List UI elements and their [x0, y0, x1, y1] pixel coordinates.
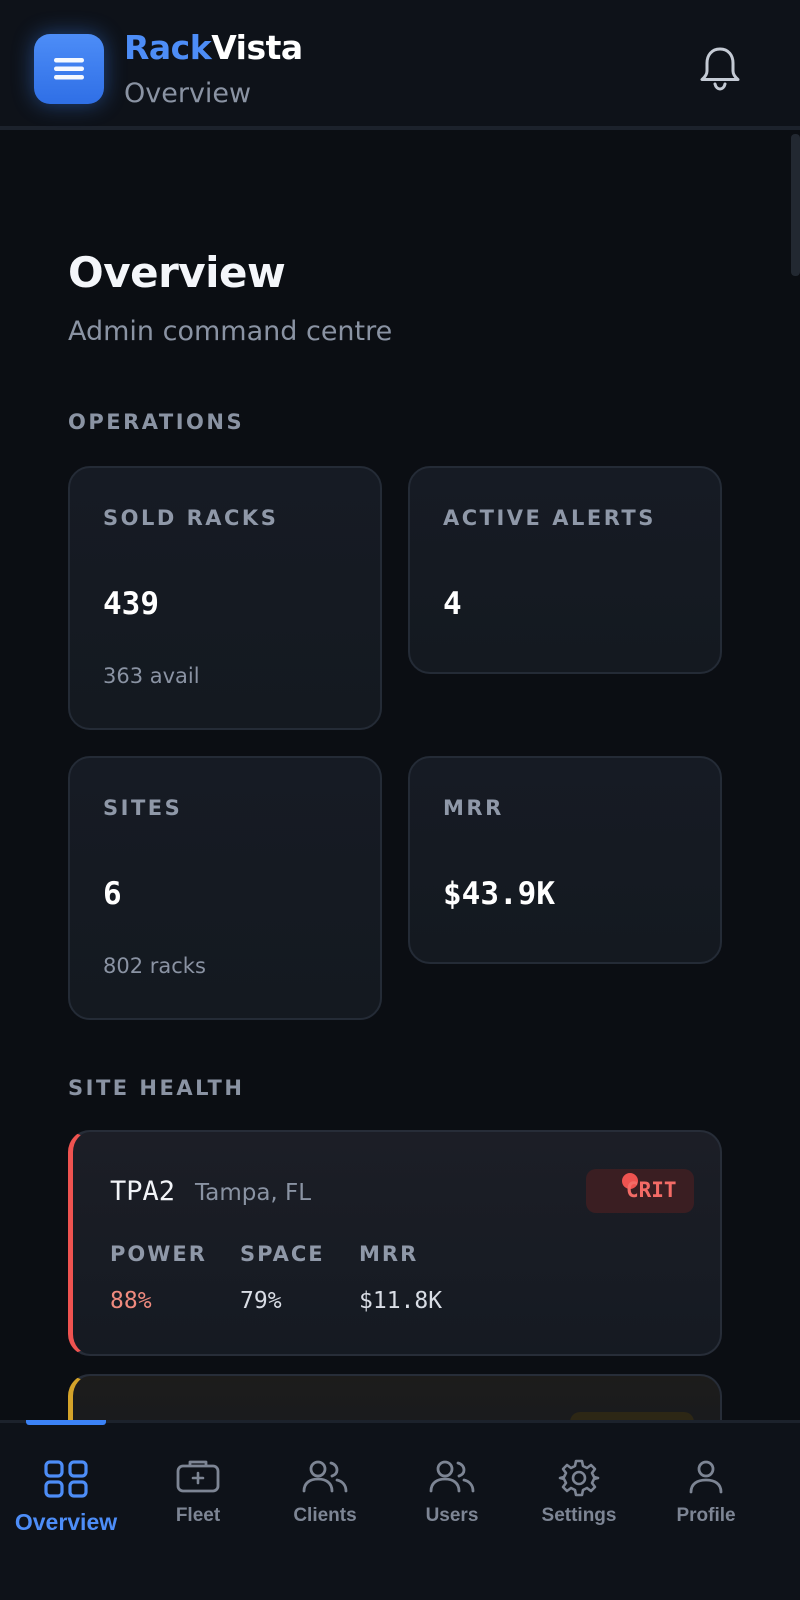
grid-icon: [44, 1460, 88, 1498]
operations-section-label: OPERATIONS: [68, 410, 245, 434]
nav-label: Settings: [541, 1505, 617, 1526]
stat-label: ACTIVE ALERTS: [443, 506, 656, 530]
brand-part2: Vista: [211, 28, 303, 67]
nav-item-clients[interactable]: Clients: [265, 1459, 385, 1539]
metric-value-power: 88%: [110, 1288, 152, 1314]
metric-value-mrr: $11.8K: [359, 1288, 443, 1314]
scrollbar-thumb[interactable]: [791, 134, 800, 276]
users-icon: [429, 1460, 475, 1493]
hamburger-icon: [54, 58, 84, 80]
stat-label: SOLD RACKS: [103, 506, 279, 530]
stat-card-active-alerts[interactable]: ACTIVE ALERTS 4: [408, 466, 722, 674]
metric-label-power: POWER: [110, 1242, 207, 1266]
nav-item-fleet[interactable]: Fleet: [138, 1459, 258, 1539]
metric-value-space: 79%: [240, 1288, 282, 1314]
stat-card-sold-racks[interactable]: SOLD RACKS 439 363 avail: [68, 466, 382, 730]
header-subtitle: Overview: [124, 78, 252, 109]
server-rack-icon: [176, 1460, 220, 1493]
status-badge-text: CRIT: [626, 1178, 677, 1202]
site-health-section-label: SITE HEALTH: [68, 1076, 245, 1100]
clients-icon: [302, 1460, 348, 1493]
nav-label: Overview: [14, 1509, 118, 1535]
nav-item-profile[interactable]: Profile: [646, 1459, 766, 1539]
stat-card-mrr[interactable]: MRR $43.9K: [408, 756, 722, 964]
nav-label: Users: [425, 1505, 479, 1526]
site-code: TPA2: [110, 1176, 176, 1207]
stat-note: 802 racks: [103, 954, 206, 978]
nav-item-settings[interactable]: Settings: [519, 1459, 639, 1539]
stat-value: 6: [103, 876, 122, 912]
nav-label: Clients: [293, 1505, 357, 1526]
stat-value: 439: [103, 586, 159, 622]
stat-label: SITES: [103, 796, 183, 820]
site-card-tpa2[interactable]: TPA2 Tampa, FL CRIT POWER SPACE MRR 88% …: [68, 1130, 722, 1356]
metric-label-space: SPACE: [240, 1242, 325, 1266]
person-icon: [689, 1460, 723, 1494]
gear-icon: [558, 1459, 600, 1497]
bottom-nav: Overview Fleet Clients Users Settings Pr…: [0, 1420, 800, 1600]
stat-card-sites[interactable]: SITES 6 802 racks: [68, 756, 382, 1020]
status-badge: CRIT: [586, 1169, 694, 1213]
stat-value: $43.9K: [443, 876, 555, 912]
page-subtitle: Admin command centre: [68, 316, 393, 347]
nav-item-overview[interactable]: Overview: [6, 1459, 126, 1539]
nav-label: Profile: [676, 1505, 736, 1526]
bell-icon: [700, 47, 740, 91]
app-root: RackVista Overview Overview Admin comman…: [0, 0, 800, 1600]
stat-note: 363 avail: [103, 664, 200, 688]
site-location: Tampa, FL: [195, 1180, 312, 1206]
menu-button[interactable]: [34, 34, 104, 104]
stat-label: MRR: [443, 796, 504, 820]
brand-part1: Rack: [124, 28, 212, 67]
stat-value: 4: [443, 586, 462, 622]
active-tab-indicator: [26, 1420, 106, 1425]
notifications-button[interactable]: [697, 44, 743, 92]
nav-label: Fleet: [175, 1505, 221, 1526]
brand-logo: RackVista: [124, 28, 303, 67]
top-header: RackVista Overview: [0, 0, 800, 130]
page-title: Overview: [68, 248, 286, 297]
nav-item-users[interactable]: Users: [392, 1459, 512, 1539]
metric-label-mrr: MRR: [359, 1242, 419, 1266]
